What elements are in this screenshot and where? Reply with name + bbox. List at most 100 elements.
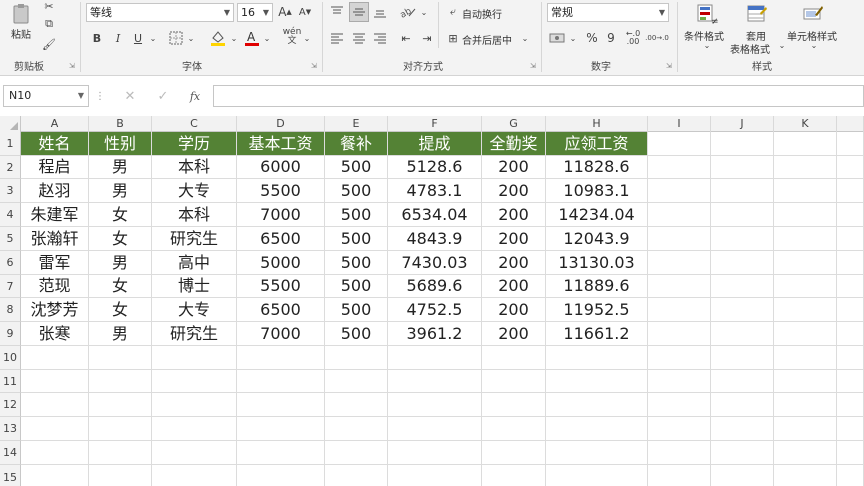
border-dropdown-icon[interactable]: ⌄ <box>186 30 196 46</box>
percent-button[interactable]: % <box>584 29 600 47</box>
conditional-formatting-icon[interactable]: ≠ <box>694 1 720 27</box>
empty-cell[interactable] <box>774 132 837 156</box>
font-launcher-icon[interactable]: ⇲ <box>311 62 317 70</box>
align-middle-icon[interactable] <box>349 2 369 22</box>
alignment-launcher-icon[interactable]: ⇲ <box>530 62 536 70</box>
table-cell[interactable]: 200 <box>482 322 546 346</box>
empty-cell[interactable] <box>774 417 837 441</box>
table-cell[interactable]: 200 <box>482 156 546 179</box>
comma-style-button[interactable]: 9 <box>604 29 618 47</box>
table-cell[interactable]: 200 <box>482 179 546 203</box>
empty-cell[interactable] <box>648 156 711 179</box>
row-header[interactable]: 2 <box>0 156 21 179</box>
column-header[interactable]: J <box>711 116 774 132</box>
empty-cell[interactable] <box>774 156 837 179</box>
name-box[interactable]: N10 ▼ <box>3 85 89 107</box>
empty-cell[interactable] <box>837 393 864 417</box>
table-cell[interactable]: 男 <box>89 322 152 346</box>
empty-cell[interactable] <box>482 346 546 370</box>
empty-cell[interactable] <box>837 156 864 179</box>
row-header[interactable]: 14 <box>0 441 21 465</box>
table-cell[interactable]: 范现 <box>21 275 89 298</box>
decrease-decimal-button[interactable]: .00→.0 <box>645 29 669 47</box>
empty-cell[interactable] <box>388 393 482 417</box>
empty-cell[interactable] <box>837 227 864 251</box>
empty-cell[interactable] <box>648 203 711 227</box>
empty-cell[interactable] <box>237 417 325 441</box>
row-header[interactable]: 4 <box>0 203 21 227</box>
empty-cell[interactable] <box>482 393 546 417</box>
empty-cell[interactable] <box>837 179 864 203</box>
chevron-down-icon[interactable]: ⌄ <box>809 40 819 50</box>
table-header-cell[interactable]: 全勤奖 <box>482 132 546 156</box>
row-header[interactable]: 1 <box>0 132 21 156</box>
orientation-icon[interactable]: ab <box>397 3 419 21</box>
empty-cell[interactable] <box>89 417 152 441</box>
table-cell[interactable]: 沈梦芳 <box>21 298 89 322</box>
align-bottom-icon[interactable] <box>371 3 389 21</box>
empty-cell[interactable] <box>21 370 89 393</box>
bold-button[interactable]: B <box>90 30 104 46</box>
table-header-cell[interactable]: 学历 <box>152 132 237 156</box>
column-header[interactable]: C <box>152 116 237 132</box>
table-cell[interactable]: 200 <box>482 251 546 275</box>
table-cell[interactable]: 4783.1 <box>388 179 482 203</box>
empty-cell[interactable] <box>837 251 864 275</box>
empty-cell[interactable] <box>774 251 837 275</box>
table-cell[interactable]: 5689.6 <box>388 275 482 298</box>
column-header[interactable]: F <box>388 116 482 132</box>
merge-dropdown-icon[interactable]: ⌄ <box>520 30 530 46</box>
empty-cell[interactable] <box>89 465 152 486</box>
empty-cell[interactable] <box>546 417 648 441</box>
table-cell[interactable]: 男 <box>89 251 152 275</box>
table-cell[interactable]: 12043.9 <box>546 227 648 251</box>
empty-cell[interactable] <box>837 275 864 298</box>
table-cell[interactable]: 大专 <box>152 179 237 203</box>
table-cell[interactable]: 11952.5 <box>546 298 648 322</box>
table-cell[interactable]: 7000 <box>237 203 325 227</box>
empty-cell[interactable] <box>774 465 837 486</box>
number-launcher-icon[interactable]: ⇲ <box>666 62 672 70</box>
empty-cell[interactable] <box>711 203 774 227</box>
empty-cell[interactable] <box>774 441 837 465</box>
empty-cell[interactable] <box>711 346 774 370</box>
empty-cell[interactable] <box>21 465 89 486</box>
empty-cell[interactable] <box>648 275 711 298</box>
empty-cell[interactable] <box>711 251 774 275</box>
table-cell[interactable]: 张瀚轩 <box>21 227 89 251</box>
table-cell[interactable]: 500 <box>325 251 388 275</box>
table-cell[interactable]: 男 <box>89 179 152 203</box>
empty-cell[interactable] <box>837 441 864 465</box>
table-cell[interactable]: 博士 <box>152 275 237 298</box>
empty-cell[interactable] <box>152 417 237 441</box>
orientation-dropdown-icon[interactable]: ⌄ <box>419 4 429 20</box>
empty-cell[interactable] <box>237 346 325 370</box>
table-cell[interactable]: 500 <box>325 298 388 322</box>
empty-cell[interactable] <box>711 417 774 441</box>
empty-cell[interactable] <box>546 465 648 486</box>
empty-cell[interactable] <box>837 346 864 370</box>
empty-cell[interactable] <box>482 465 546 486</box>
empty-cell[interactable] <box>648 465 711 486</box>
decrease-indent-icon[interactable]: ⇤ <box>397 29 415 47</box>
empty-cell[interactable] <box>546 393 648 417</box>
table-cell[interactable]: 5128.6 <box>388 156 482 179</box>
table-cell[interactable]: 11889.6 <box>546 275 648 298</box>
table-cell[interactable]: 女 <box>89 275 152 298</box>
empty-cell[interactable] <box>325 465 388 486</box>
empty-cell[interactable] <box>711 465 774 486</box>
empty-cell[interactable] <box>774 227 837 251</box>
empty-cell[interactable] <box>774 298 837 322</box>
table-cell[interactable]: 500 <box>325 203 388 227</box>
column-header[interactable]: H <box>546 116 648 132</box>
table-cell[interactable]: 11828.6 <box>546 156 648 179</box>
insert-function-button[interactable]: fx <box>186 88 204 104</box>
table-cell[interactable]: 13130.03 <box>546 251 648 275</box>
empty-cell[interactable] <box>711 275 774 298</box>
table-cell[interactable]: 7430.03 <box>388 251 482 275</box>
empty-cell[interactable] <box>774 179 837 203</box>
empty-cell[interactable] <box>152 393 237 417</box>
table-cell[interactable]: 7000 <box>237 322 325 346</box>
underline-button[interactable]: U <box>131 30 145 46</box>
chevron-down-icon[interactable]: ⌄ <box>702 40 712 50</box>
